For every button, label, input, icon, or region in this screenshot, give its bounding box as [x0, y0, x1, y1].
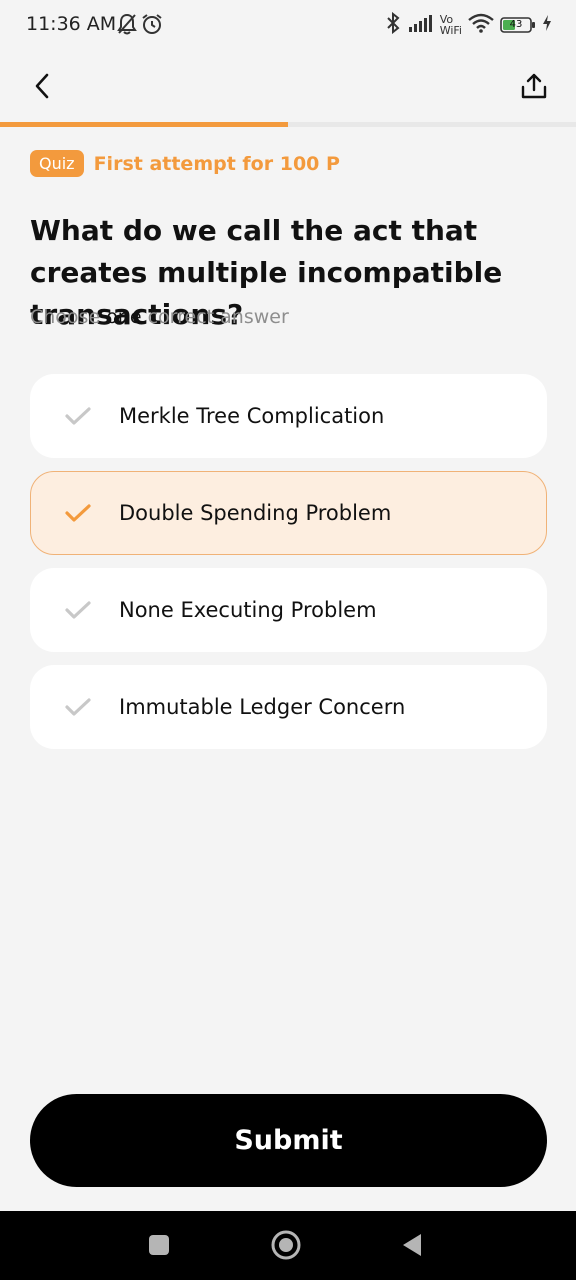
quiz-meta: Quiz First attempt for 100 P: [30, 150, 340, 177]
progress-fill: [0, 122, 288, 127]
checkmark-icon: [63, 498, 93, 528]
recents-icon: [149, 1235, 169, 1255]
status-time: 11:36 AM: [26, 13, 117, 35]
answer-option[interactable]: Double Spending Problem: [30, 471, 547, 555]
option-label: Immutable Ledger Concern: [119, 695, 406, 719]
share-icon: [521, 73, 547, 99]
battery-icon: 43: [500, 16, 536, 34]
share-button[interactable]: [514, 66, 554, 106]
answer-option[interactable]: Merkle Tree Complication: [30, 374, 547, 458]
alarm-icon: [140, 12, 164, 40]
mute-icon: [116, 12, 138, 40]
back-button[interactable]: [22, 66, 62, 106]
vowifi-label: Vo WiFi: [439, 13, 462, 37]
battery-level: 43: [509, 19, 523, 30]
quiz-badge: Quiz: [30, 150, 84, 177]
answer-option[interactable]: Immutable Ledger Concern: [30, 665, 547, 749]
wifi-icon: [468, 13, 494, 37]
checkmark-icon: [63, 595, 93, 625]
reward-text: First attempt for 100 P: [93, 152, 340, 175]
back-arrow-icon: [35, 73, 49, 99]
answer-options: Merkle Tree Complication Double Spending…: [30, 374, 547, 762]
submit-button[interactable]: Submit: [30, 1094, 547, 1187]
status-bar: 11:36 AM Vo WiFi 43: [0, 0, 576, 52]
answer-option[interactable]: None Executing Problem: [30, 568, 547, 652]
back-icon: [403, 1234, 421, 1256]
system-back-button[interactable]: [396, 1229, 428, 1261]
status-right-group: Vo WiFi 43: [384, 10, 552, 40]
instruction-text: Choose one correct answer: [30, 306, 289, 328]
system-nav-bar: [0, 1211, 576, 1280]
checkmark-icon: [63, 401, 93, 431]
option-label: None Executing Problem: [119, 598, 377, 622]
home-icon: [271, 1230, 301, 1260]
progress-bar: [0, 122, 576, 127]
charging-icon: [542, 14, 552, 36]
option-label: Merkle Tree Complication: [119, 404, 385, 428]
home-button[interactable]: [270, 1229, 302, 1261]
option-label: Double Spending Problem: [119, 501, 392, 525]
signal-icon: [408, 13, 434, 37]
bluetooth-icon: [384, 11, 402, 38]
recents-button[interactable]: [143, 1229, 175, 1261]
app-header: [0, 52, 576, 122]
checkmark-icon: [63, 692, 93, 722]
